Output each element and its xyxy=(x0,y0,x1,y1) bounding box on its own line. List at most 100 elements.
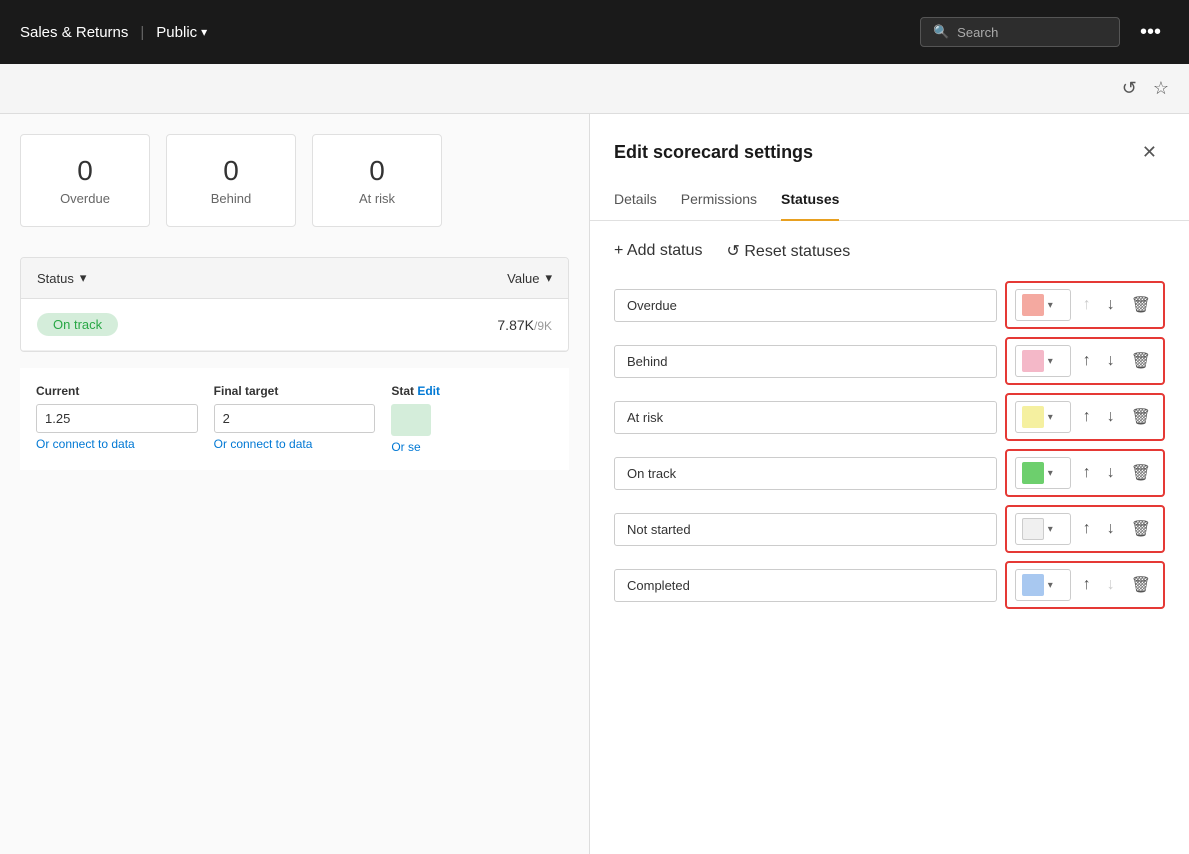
search-box[interactable]: 🔍 Search xyxy=(920,17,1120,47)
status-actions-group-atrisk: ▾ ↑ ↓ 🗑 xyxy=(1005,393,1165,441)
status-edit-label: Stat Edit xyxy=(391,384,553,398)
reset-statuses-button[interactable]: ↺ Reset statuses xyxy=(727,237,851,265)
status-name-overdue[interactable] xyxy=(614,289,997,322)
more-options-button[interactable]: ••• xyxy=(1132,17,1169,48)
status-item-behind: ▾ ↑ ↓ 🗑 xyxy=(614,337,1165,385)
delete-notstarted-button[interactable]: 🗑 xyxy=(1127,517,1155,541)
table-area: Status ▾ Value ▾ On track 7.87K/9K xyxy=(20,257,569,352)
edit-link[interactable]: Edit xyxy=(417,384,440,398)
value-column-header[interactable]: Value ▾ xyxy=(507,270,552,286)
status-connect-link[interactable]: Or se xyxy=(391,440,553,454)
toolbar-row: ↺ ☆ xyxy=(0,64,1189,114)
current-connect-link[interactable]: Or connect to data xyxy=(36,437,198,451)
delete-behind-button[interactable]: 🗑 xyxy=(1127,349,1155,373)
delete-overdue-button[interactable]: 🗑 xyxy=(1127,293,1155,317)
final-target-col: Final target Or connect to data xyxy=(214,384,376,454)
move-up-behind-button[interactable]: ↑ xyxy=(1079,350,1095,372)
refresh-icon[interactable]: ↺ xyxy=(1122,78,1137,99)
visibility-chevron-icon: ▾ xyxy=(201,25,207,39)
color-swatch-completed xyxy=(1022,574,1044,596)
main-content: 0 Overdue 0 Behind 0 At risk Status ▾ Va… xyxy=(0,114,1189,854)
delete-atrisk-button[interactable]: 🗑 xyxy=(1127,405,1155,429)
table-header: Status ▾ Value ▾ xyxy=(21,258,568,299)
final-target-input[interactable] xyxy=(214,404,376,433)
report-title: Sales & Returns xyxy=(20,24,128,41)
color-chevron-notstarted: ▾ xyxy=(1048,524,1053,535)
move-down-atrisk-button[interactable]: ↓ xyxy=(1103,406,1119,428)
color-dropdown-notstarted[interactable]: ▾ xyxy=(1015,513,1071,545)
final-target-label: Final target xyxy=(214,384,376,398)
tab-details[interactable]: Details xyxy=(614,183,657,221)
value-sub: /9K xyxy=(534,319,552,333)
bottom-info: Current Or connect to data Final target … xyxy=(20,368,569,470)
delete-completed-button[interactable]: 🗑 xyxy=(1127,573,1155,597)
status-name-atrisk[interactable] xyxy=(614,401,997,434)
move-up-atrisk-button[interactable]: ↑ xyxy=(1079,406,1095,428)
status-item-notstarted: ▾ ↑ ↓ 🗑 xyxy=(614,505,1165,553)
final-target-connect-link[interactable]: Or connect to data xyxy=(214,437,376,451)
navbar-left: Sales & Returns | Public ▾ xyxy=(20,24,207,41)
move-up-completed-button[interactable]: ↑ xyxy=(1079,574,1095,596)
color-chevron-ontrack: ▾ xyxy=(1048,468,1053,479)
status-column-header[interactable]: Status ▾ xyxy=(37,270,86,286)
overdue-count: 0 xyxy=(51,155,119,187)
overdue-label: Overdue xyxy=(51,191,119,206)
stat-card-behind: 0 Behind xyxy=(166,134,296,227)
color-swatch-ontrack xyxy=(1022,462,1044,484)
move-down-completed-button[interactable]: ↓ xyxy=(1103,574,1119,596)
color-dropdown-overdue[interactable]: ▾ xyxy=(1015,289,1071,321)
tab-statuses[interactable]: Statuses xyxy=(781,183,839,221)
status-col-label: Status xyxy=(37,271,74,286)
add-status-label: + Add status xyxy=(614,242,703,260)
status-actions-group-completed: ▾ ↑ ↓ 🗑 xyxy=(1005,561,1165,609)
color-chevron-behind: ▾ xyxy=(1048,356,1053,367)
on-track-badge: On track xyxy=(37,313,118,336)
move-down-ontrack-button[interactable]: ↓ xyxy=(1103,462,1119,484)
color-dropdown-ontrack[interactable]: ▾ xyxy=(1015,457,1071,489)
close-panel-button[interactable]: ✕ xyxy=(1134,138,1165,167)
status-actions-group-ontrack: ▾ ↑ ↓ 🗑 xyxy=(1005,449,1165,497)
status-item-completed: ▾ ↑ ↓ 🗑 xyxy=(614,561,1165,609)
color-swatch-notstarted xyxy=(1022,518,1044,540)
move-down-notstarted-button[interactable]: ↓ xyxy=(1103,518,1119,540)
move-down-behind-button[interactable]: ↓ xyxy=(1103,350,1119,372)
add-status-button[interactable]: + Add status xyxy=(614,238,703,264)
left-panel: 0 Overdue 0 Behind 0 At risk Status ▾ Va… xyxy=(0,114,589,854)
status-col-chevron-icon: ▾ xyxy=(80,270,87,286)
current-input[interactable] xyxy=(36,404,198,433)
status-actions-group-behind: ▾ ↑ ↓ 🗑 xyxy=(1005,337,1165,385)
visibility-dropdown[interactable]: Public ▾ xyxy=(156,24,207,41)
status-item-overdue: ▾ ↑ ↓ 🗑 xyxy=(614,281,1165,329)
status-name-notstarted[interactable] xyxy=(614,513,997,546)
color-dropdown-completed[interactable]: ▾ xyxy=(1015,569,1071,601)
panel-tabs: Details Permissions Statuses xyxy=(590,183,1189,221)
behind-count: 0 xyxy=(197,155,265,187)
search-icon: 🔍 xyxy=(933,24,949,40)
navbar-right: 🔍 Search ••• xyxy=(920,17,1169,48)
color-chevron-atrisk: ▾ xyxy=(1048,412,1053,423)
navbar: Sales & Returns | Public ▾ 🔍 Search ••• xyxy=(0,0,1189,64)
table-row: On track 7.87K/9K xyxy=(21,299,568,351)
tab-permissions[interactable]: Permissions xyxy=(681,183,757,221)
status-name-completed[interactable] xyxy=(614,569,997,602)
value-col-label: Value xyxy=(507,271,539,286)
color-chevron-overdue: ▾ xyxy=(1048,300,1053,311)
status-actions-group: ▾ ↑ ↓ 🗑 xyxy=(1005,281,1165,329)
status-item-atrisk: ▾ ↑ ↓ 🗑 xyxy=(614,393,1165,441)
favorite-icon[interactable]: ☆ xyxy=(1153,78,1169,99)
color-swatch-overdue xyxy=(1022,294,1044,316)
info-grid: Current Or connect to data Final target … xyxy=(36,384,553,454)
color-dropdown-atrisk[interactable]: ▾ xyxy=(1015,401,1071,433)
value-cell: 7.87K/9K xyxy=(497,317,552,333)
status-name-behind[interactable] xyxy=(614,345,997,378)
status-color-block xyxy=(391,404,431,436)
move-up-notstarted-button[interactable]: ↑ xyxy=(1079,518,1095,540)
move-down-overdue-button[interactable]: ↓ xyxy=(1103,294,1119,316)
move-up-ontrack-button[interactable]: ↑ xyxy=(1079,462,1095,484)
delete-ontrack-button[interactable]: 🗑 xyxy=(1127,461,1155,485)
panel-header: Edit scorecard settings ✕ xyxy=(590,114,1189,183)
color-dropdown-behind[interactable]: ▾ xyxy=(1015,345,1071,377)
reset-statuses-label: ↺ Reset statuses xyxy=(727,241,851,261)
move-up-overdue-button[interactable]: ↑ xyxy=(1079,294,1095,316)
status-name-ontrack[interactable] xyxy=(614,457,997,490)
